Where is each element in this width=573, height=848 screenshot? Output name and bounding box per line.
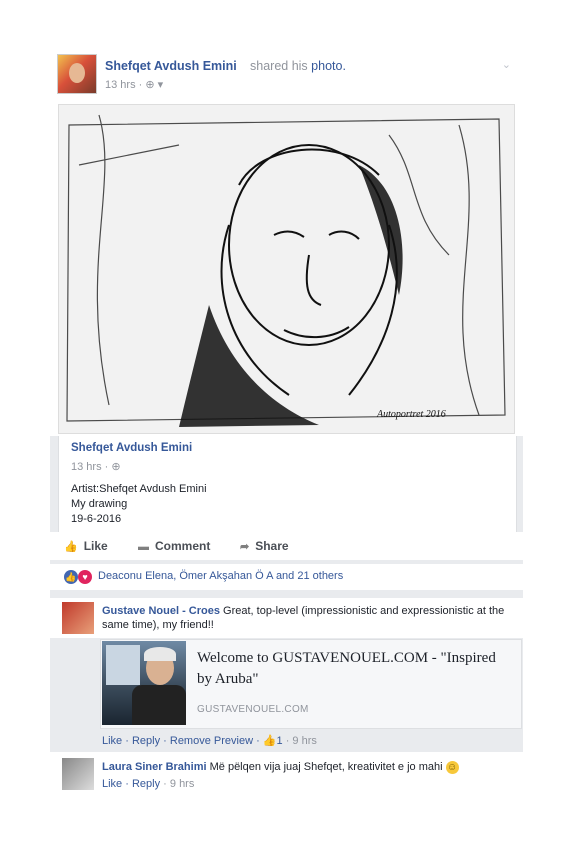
post-meta: 13 hrs · ⊕ ▾ [105,78,163,91]
commenter-name[interactable]: Laura Siner Brahimi [102,761,207,773]
like-reaction-icon: 👍 [64,570,78,584]
love-reaction-icon: ♥ [78,570,92,584]
signature-text: Autoportret 2016 [376,409,446,420]
comment-actions: Like · Reply · Remove Preview · 👍1 · 9 h… [102,735,317,747]
caption-line: My drawing [71,498,128,510]
photo-link[interactable]: photo. [311,59,346,73]
drawing-image: Autoportret 2016 [59,105,514,433]
shared-caption: Artist:Shefqet Avdush Emini My drawing 1… [71,482,207,527]
share-icon: ➦ [240,541,250,553]
link-preview-domain: GUSTAVENOUEL.COM [197,704,309,715]
remove-preview-link[interactable]: Remove Preview [170,735,253,747]
portrait-drawing[interactable]: Autoportret 2016 [58,104,515,434]
photo-area: Autoportret 2016 [50,100,523,436]
post-author-link[interactable]: Shefqet Avdush Emini [105,59,237,73]
post-action-text: shared his photo. [250,59,346,73]
comment-like-link[interactable]: Like [102,735,122,747]
comment-body: Laura Siner Brahimi Më pëlqen vija juaj … [102,760,512,774]
comment-button[interactable]: ▬ Comment [138,539,210,553]
comment-item: Gustave Nouel - Croes Great, top-level (… [50,598,523,638]
shared-meta: 13 hrs · ⊕ [71,460,121,473]
post-header: Shefqet Avdush Emini shared his photo. 1… [50,48,523,100]
author-avatar[interactable] [57,54,97,94]
comment-like-link[interactable]: Like [102,778,122,790]
like-button[interactable]: 👍 Like [64,539,108,553]
smile-emoji-icon: ☺ [445,760,459,774]
thumbs-up-icon: 👍 [64,541,78,553]
like-label: Like [83,539,108,553]
comment-text: Më pëlqen vija juaj Shefqet, kreativitet… [209,761,443,773]
reactions-summary[interactable]: Deaconu Elena, Ömer Akşahan Ö A and 21 o… [98,570,343,582]
comment-label: Comment [155,539,211,553]
comment-time[interactable]: 9 hrs [170,778,194,790]
post-time[interactable]: 13 hrs [105,79,136,91]
comment-body: Gustave Nouel - Croes Great, top-level (… [102,604,512,632]
reactions-bar: 👍 ♥ Deaconu Elena, Ömer Akşahan Ö A and … [50,564,523,590]
link-preview-title[interactable]: Welcome to GUSTAVENOUEL.COM - "Inspired … [197,648,507,690]
facebook-post-card: Shefqet Avdush Emini shared his photo. 1… [50,48,523,792]
comment-item: Laura Siner Brahimi Më pëlqen vija juaj … [50,752,523,792]
caption-line: Artist:Shefqet Avdush Emini [71,483,207,495]
share-label: Share [255,539,289,553]
commenter-avatar[interactable] [62,758,94,790]
shared-post-box: Shefqet Avdush Emini 13 hrs · ⊕ Artist:S… [58,436,517,532]
comment-actions: Like · Reply · 9 hrs [102,778,195,790]
shared-time[interactable]: 13 hrs [71,461,102,473]
post-actions-bar: 👍 Like ▬ Comment ➦ Share [50,532,523,560]
link-preview-image [102,641,186,725]
comment-time[interactable]: 9 hrs [292,735,316,747]
comment-reply-link[interactable]: Reply [132,735,160,747]
caption-line: 19-6-2016 [71,513,122,525]
thumbs-up-icon: 👍 [262,735,277,747]
commenter-avatar[interactable] [62,602,94,634]
globe-icon[interactable]: · ⊕ ▾ [139,79,164,91]
comment-like-count[interactable]: 1 [277,735,283,747]
comment-icon: ▬ [138,541,149,553]
link-preview[interactable]: Welcome to GUSTAVENOUEL.COM - "Inspired … [100,639,522,729]
comment-reply-link[interactable]: Reply [132,778,160,790]
share-button[interactable]: ➦ Share [240,539,289,553]
globe-icon: · ⊕ [104,461,121,473]
commenter-name[interactable]: Gustave Nouel - Croes [102,605,220,617]
shared-author-link[interactable]: Shefqet Avdush Emini [71,442,192,454]
chevron-down-icon[interactable]: ⌄ [502,58,511,71]
shared-text: shared his [250,59,308,73]
